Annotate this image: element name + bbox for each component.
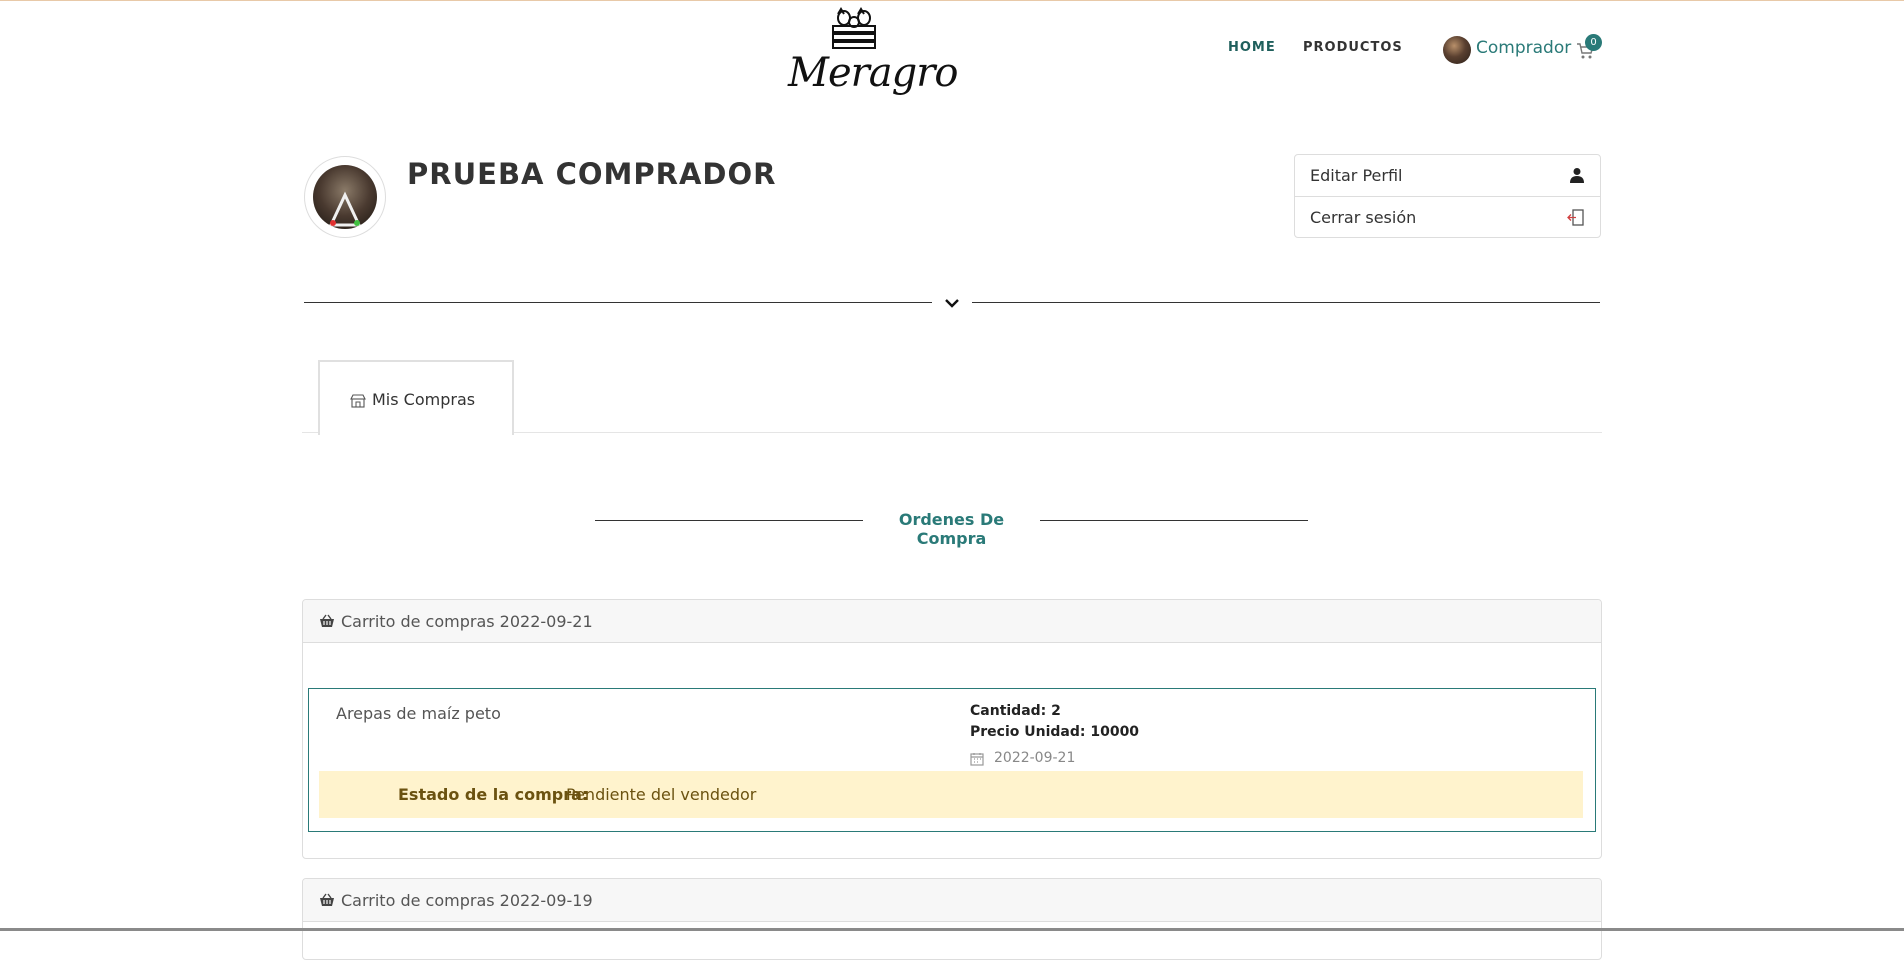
order-card-title: Carrito de compras 2022-09-21 — [341, 612, 593, 631]
avatar-image — [328, 191, 362, 227]
cart-count-badge: 0 — [1585, 34, 1602, 51]
basket-icon — [319, 892, 335, 911]
quantity: Cantidad: 2 — [970, 703, 1061, 719]
purchase-status: Estado de la compra: Pendiente del vende… — [319, 771, 1583, 818]
section-line-right — [1040, 520, 1308, 521]
status-key: Estado de la compra: — [398, 785, 589, 804]
calendar-icon — [970, 751, 984, 770]
edit-profile-button[interactable]: Editar Perfil — [1295, 155, 1600, 196]
profile-menu: Editar Perfil Cerrar sesión — [1294, 154, 1601, 238]
basket-icon — [319, 613, 335, 632]
divider-right — [972, 302, 1600, 303]
logo-text: Meragro — [788, 50, 958, 96]
nav-products[interactable]: PRODUCTOS — [1303, 40, 1403, 55]
edit-profile-label: Editar Perfil — [1310, 166, 1403, 185]
user-menu[interactable]: Comprador — [1476, 38, 1571, 58]
order-item: Arepas de maíz peto Cantidad: 2 Precio U… — [308, 688, 1596, 832]
unit-price: Precio Unidad: 10000 — [970, 724, 1140, 740]
order-card-title: Carrito de compras 2022-09-19 — [341, 891, 593, 910]
product-name: Arepas de maíz peto — [336, 704, 501, 723]
order-card: Carrito de compras 2022-09-21 Arepas de … — [302, 599, 1602, 859]
user-icon — [1570, 167, 1584, 187]
sign-out-icon — [1567, 209, 1584, 230]
store-icon — [350, 393, 366, 412]
tab-mis-compras[interactable]: Mis Compras — [318, 360, 514, 435]
crate-icon — [832, 7, 876, 49]
divider-left — [304, 302, 932, 303]
order-card-header[interactable]: Carrito de compras 2022-09-19 — [303, 879, 1601, 922]
top-border — [0, 0, 1904, 1]
status-value: Pendiente del vendedor — [566, 785, 757, 804]
chevron-down-icon[interactable] — [944, 295, 960, 314]
nav-home[interactable]: HOME — [1228, 40, 1276, 55]
order-card-header[interactable]: Carrito de compras 2022-09-21 — [303, 600, 1601, 643]
section-title: Ordenes De Compra — [898, 510, 1005, 548]
section-line-left — [595, 520, 863, 521]
order-card: Carrito de compras 2022-09-19 — [302, 878, 1602, 960]
logout-button[interactable]: Cerrar sesión — [1295, 196, 1600, 238]
profile-avatar — [304, 156, 386, 238]
profile-name: PRUEBA COMPRADOR — [407, 157, 777, 191]
user-avatar[interactable] — [1443, 36, 1471, 64]
site-logo[interactable]: Meragro — [788, 6, 958, 98]
logout-label: Cerrar sesión — [1310, 208, 1417, 227]
order-date: 2022-09-21 — [994, 750, 1076, 766]
tab-label: Mis Compras — [372, 390, 476, 409]
